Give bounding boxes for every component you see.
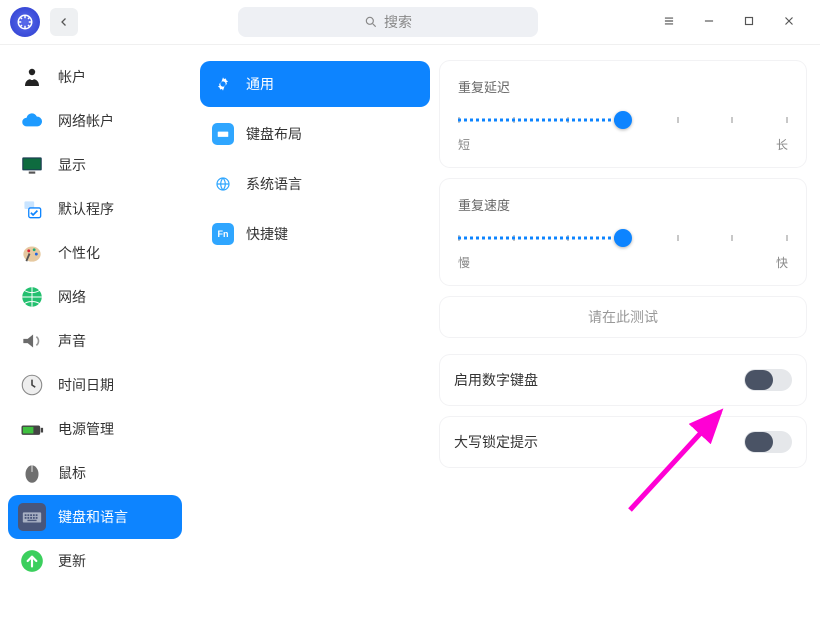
sidebar-item-label: 默认程序 (58, 199, 114, 219)
sidebar-item-label: 帐户 (58, 67, 86, 87)
network-icon (18, 283, 46, 311)
sidebar-item-label: 网络帐户 (58, 111, 114, 131)
globe-icon (212, 173, 234, 195)
subnav-item-label: 快捷键 (246, 224, 288, 244)
test-placeholder: 请在此测试 (588, 307, 658, 327)
defaults-icon (18, 195, 46, 223)
sidebar-item-cloud[interactable]: 网络帐户 (8, 99, 182, 143)
sidebar-item-sound[interactable]: 声音 (8, 319, 182, 363)
sidebar: 帐户 网络帐户 显示 默认程序 个性化 网络 声音 时间日期 (0, 45, 190, 629)
slider-thumb[interactable] (614, 111, 632, 129)
sidebar-item-power[interactable]: 电源管理 (8, 407, 182, 451)
titlebar: 搜索 (0, 0, 820, 44)
clock-icon (18, 371, 46, 399)
update-icon (18, 547, 46, 575)
minimize-button[interactable] (702, 14, 716, 31)
repeat-delay-slider[interactable] (458, 110, 788, 130)
numlock-toggle[interactable] (744, 369, 792, 391)
cloud-icon (18, 107, 46, 135)
repeat-delay-title: 重复延迟 (458, 77, 788, 96)
repeat-rate-title: 重复速度 (458, 195, 788, 214)
fn-key-icon: Fn (212, 223, 234, 245)
sidebar-item-datetime[interactable]: 时间日期 (8, 363, 182, 407)
sidebar-item-label: 显示 (58, 155, 86, 175)
palette-icon (18, 239, 46, 267)
search-placeholder: 搜索 (384, 12, 412, 32)
subnav-item-label: 通用 (246, 74, 274, 94)
close-button[interactable] (782, 14, 796, 31)
capslock-label: 大写锁定提示 (454, 432, 538, 452)
search-input[interactable]: 搜索 (238, 7, 538, 37)
sidebar-item-mouse[interactable]: 鼠标 (8, 451, 182, 495)
menu-button[interactable] (662, 14, 676, 31)
sidebar-item-label: 更新 (58, 551, 86, 571)
search-icon (364, 15, 378, 29)
monitor-icon (18, 151, 46, 179)
slider-thumb[interactable] (614, 229, 632, 247)
slider-min-label: 短 (458, 136, 470, 153)
maximize-button[interactable] (742, 14, 756, 31)
subnav-item-general[interactable]: 通用 (200, 61, 430, 107)
gear-icon (212, 73, 234, 95)
keyboard-icon (18, 503, 46, 531)
repeat-delay-card: 重复延迟 短 长 (440, 61, 806, 167)
numlock-label: 启用数字键盘 (454, 370, 538, 390)
subnav-item-label: 键盘布局 (246, 124, 302, 144)
window-controls (662, 14, 810, 31)
sidebar-item-network[interactable]: 网络 (8, 275, 182, 319)
slider-max-label: 快 (776, 254, 788, 271)
slider-min-label: 慢 (458, 254, 470, 271)
repeat-rate-slider[interactable] (458, 228, 788, 248)
content-area: 重复延迟 短 长 重复速度 慢 快 请在此测试 (440, 45, 820, 629)
capslock-toggle[interactable] (744, 431, 792, 453)
sidebar-item-label: 网络 (58, 287, 86, 307)
sidebar-item-defaults[interactable]: 默认程序 (8, 187, 182, 231)
sidebar-item-update[interactable]: 更新 (8, 539, 182, 583)
speaker-icon (18, 327, 46, 355)
subnav-item-layout[interactable]: 键盘布局 (200, 111, 430, 157)
slider-max-label: 长 (776, 136, 788, 153)
back-button[interactable] (50, 8, 78, 36)
sidebar-item-keyboard[interactable]: 键盘和语言 (8, 495, 182, 539)
user-icon (18, 63, 46, 91)
battery-icon (18, 415, 46, 443)
numlock-row: 启用数字键盘 (440, 355, 806, 405)
sidebar-item-display[interactable]: 显示 (8, 143, 182, 187)
mouse-icon (18, 459, 46, 487)
sidebar-item-label: 键盘和语言 (58, 507, 128, 527)
test-input[interactable]: 请在此测试 (440, 297, 806, 337)
sidebar-item-label: 电源管理 (58, 419, 114, 439)
subnav: 通用 键盘布局 系统语言 Fn 快捷键 (190, 45, 440, 629)
subnav-item-label: 系统语言 (246, 174, 302, 194)
capslock-row: 大写锁定提示 (440, 417, 806, 467)
subnav-item-shortcuts[interactable]: Fn 快捷键 (200, 211, 430, 257)
sidebar-item-account[interactable]: 帐户 (8, 55, 182, 99)
repeat-rate-card: 重复速度 慢 快 (440, 179, 806, 285)
sidebar-item-label: 时间日期 (58, 375, 114, 395)
sidebar-item-label: 个性化 (58, 243, 100, 263)
sidebar-item-label: 鼠标 (58, 463, 86, 483)
subnav-item-language[interactable]: 系统语言 (200, 161, 430, 207)
sidebar-item-label: 声音 (58, 331, 86, 351)
keyboard-small-icon (212, 123, 234, 145)
sidebar-item-personalize[interactable]: 个性化 (8, 231, 182, 275)
app-logo (10, 7, 40, 37)
